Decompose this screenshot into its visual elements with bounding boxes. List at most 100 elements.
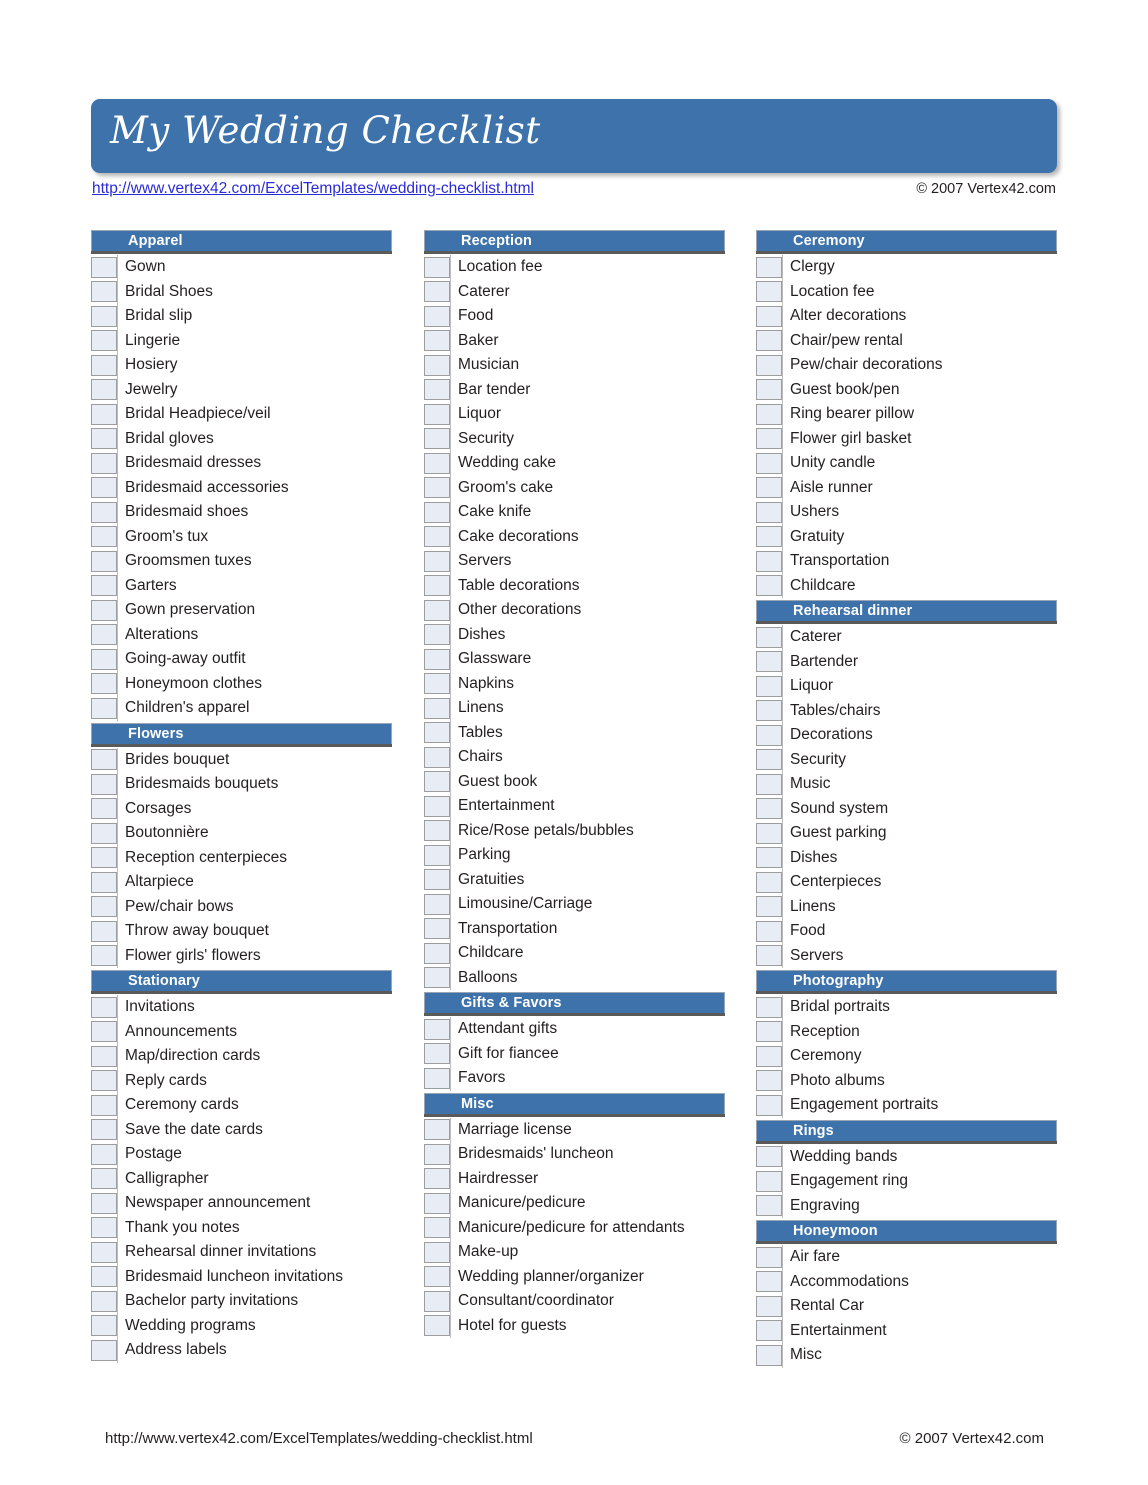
checkbox-cell[interactable] [424, 599, 450, 621]
checkbox-cell[interactable] [91, 330, 117, 351]
checkbox-cell[interactable] [756, 1146, 782, 1167]
checkbox-cell[interactable] [91, 403, 117, 425]
checkbox-cell[interactable] [424, 795, 450, 817]
checkbox-cell[interactable] [91, 599, 117, 621]
checkbox-cell[interactable] [91, 1143, 117, 1165]
checkbox-cell[interactable] [424, 1192, 450, 1214]
checkbox-cell[interactable] [91, 648, 117, 670]
checkbox-cell[interactable] [756, 526, 782, 547]
header-url-link[interactable]: http://www.vertex42.com/ExcelTemplates/w… [92, 180, 534, 198]
checkbox-cell[interactable] [91, 1070, 117, 1091]
checkbox-cell[interactable] [91, 896, 117, 917]
checkbox-cell[interactable] [91, 798, 117, 819]
checkbox-cell[interactable] [424, 550, 450, 572]
checkbox-cell[interactable] [756, 428, 782, 449]
checkbox-cell[interactable] [424, 869, 450, 890]
checkbox-cell[interactable] [91, 773, 117, 795]
checkbox-cell[interactable] [91, 1315, 117, 1336]
checkbox-cell[interactable] [756, 896, 782, 917]
checkbox-cell[interactable] [756, 920, 782, 942]
checkbox-cell[interactable] [91, 379, 117, 400]
checkbox-cell[interactable] [91, 624, 117, 645]
checkbox-cell[interactable] [756, 822, 782, 844]
checkbox-cell[interactable] [424, 1241, 450, 1263]
checkbox-cell[interactable] [756, 1246, 782, 1268]
checkbox-cell[interactable] [756, 452, 782, 474]
checkbox-cell[interactable] [91, 1290, 117, 1312]
checkbox-cell[interactable] [756, 798, 782, 819]
checkbox-cell[interactable] [756, 773, 782, 795]
checkbox-cell[interactable] [756, 379, 782, 400]
checkbox-cell[interactable] [424, 354, 450, 376]
checkbox-cell[interactable] [91, 871, 117, 893]
checkbox-cell[interactable] [424, 697, 450, 719]
checkbox-cell[interactable] [424, 452, 450, 474]
checkbox-cell[interactable] [756, 996, 782, 1018]
checkbox-cell[interactable] [756, 550, 782, 572]
checkbox-cell[interactable] [424, 256, 450, 278]
checkbox-cell[interactable] [756, 354, 782, 376]
checkbox-cell[interactable] [91, 1217, 117, 1238]
checkbox-cell[interactable] [756, 575, 782, 596]
checkbox-cell[interactable] [91, 1094, 117, 1116]
checkbox-cell[interactable] [91, 1339, 117, 1361]
checkbox-cell[interactable] [756, 871, 782, 893]
checkbox-cell[interactable] [91, 281, 117, 302]
checkbox-cell[interactable] [424, 575, 450, 596]
checkbox-cell[interactable] [91, 256, 117, 278]
checkbox-cell[interactable] [756, 945, 782, 966]
checkbox-cell[interactable] [756, 1094, 782, 1116]
checkbox-cell[interactable] [91, 1119, 117, 1140]
checkbox-cell[interactable] [424, 942, 450, 964]
checkbox-cell[interactable] [91, 1241, 117, 1263]
checkbox-cell[interactable] [756, 847, 782, 868]
checkbox-cell[interactable] [424, 746, 450, 768]
checkbox-cell[interactable] [424, 305, 450, 327]
checkbox-cell[interactable] [424, 330, 450, 351]
checkbox-cell[interactable] [91, 501, 117, 523]
checkbox-cell[interactable] [756, 724, 782, 746]
checkbox-cell[interactable] [756, 1021, 782, 1042]
checkbox-cell[interactable] [756, 1320, 782, 1341]
checkbox-cell[interactable] [91, 945, 117, 966]
checkbox-cell[interactable] [91, 673, 117, 694]
checkbox-cell[interactable] [424, 967, 450, 988]
checkbox-cell[interactable] [91, 305, 117, 327]
checkbox-cell[interactable] [424, 1018, 450, 1040]
checkbox-cell[interactable] [424, 771, 450, 792]
checkbox-cell[interactable] [91, 526, 117, 547]
checkbox-cell[interactable] [91, 1266, 117, 1287]
checkbox-cell[interactable] [424, 1119, 450, 1140]
checkbox-cell[interactable] [91, 354, 117, 376]
checkbox-cell[interactable] [424, 1290, 450, 1312]
checkbox-cell[interactable] [756, 675, 782, 697]
checkbox-cell[interactable] [424, 648, 450, 670]
checkbox-cell[interactable] [756, 501, 782, 523]
checkbox-cell[interactable] [756, 1271, 782, 1292]
checkbox-cell[interactable] [424, 403, 450, 425]
checkbox-cell[interactable] [756, 1295, 782, 1317]
checkbox-cell[interactable] [424, 1168, 450, 1189]
checkbox-cell[interactable] [756, 1170, 782, 1192]
checkbox-cell[interactable] [756, 1195, 782, 1216]
checkbox-cell[interactable] [91, 1021, 117, 1042]
checkbox-cell[interactable] [756, 1045, 782, 1067]
checkbox-cell[interactable] [424, 1315, 450, 1336]
checkbox-cell[interactable] [91, 452, 117, 474]
checkbox-cell[interactable] [756, 305, 782, 327]
checkbox-cell[interactable] [91, 428, 117, 449]
checkbox-cell[interactable] [424, 1043, 450, 1064]
checkbox-cell[interactable] [424, 1143, 450, 1165]
checkbox-cell[interactable] [424, 673, 450, 694]
checkbox-cell[interactable] [756, 700, 782, 721]
checkbox-cell[interactable] [756, 477, 782, 498]
checkbox-cell[interactable] [91, 749, 117, 770]
checkbox-cell[interactable] [424, 918, 450, 939]
checkbox-cell[interactable] [424, 526, 450, 547]
checkbox-cell[interactable] [756, 749, 782, 770]
checkbox-cell[interactable] [91, 1168, 117, 1189]
checkbox-cell[interactable] [91, 1192, 117, 1214]
checkbox-cell[interactable] [424, 1266, 450, 1287]
checkbox-cell[interactable] [756, 281, 782, 302]
checkbox-cell[interactable] [424, 893, 450, 915]
